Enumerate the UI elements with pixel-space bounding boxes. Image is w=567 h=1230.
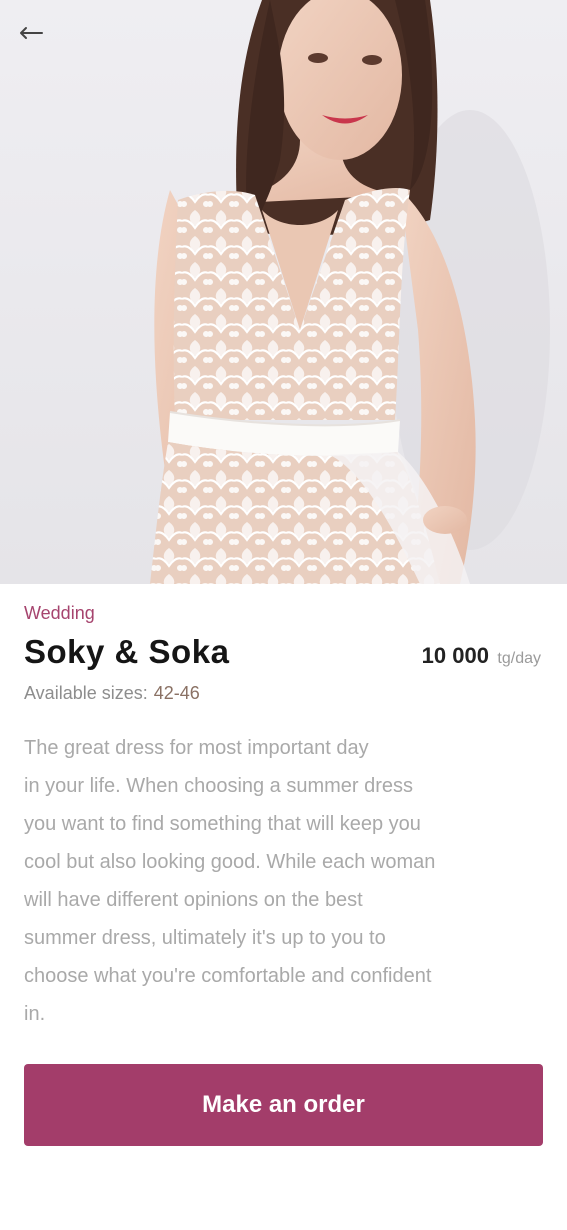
arrow-left-icon [20,27,43,39]
product-detail-screen: Wedding Soky & Soka 10 000 tg/day Availa… [0,0,567,1230]
sizes-value: 42-46 [153,683,200,703]
product-image [0,0,567,584]
product-title: Soky & Soka [24,633,230,670]
product-category: Wedding [24,603,95,623]
price-value: 10 000 [421,643,489,668]
make-order-button[interactable]: Make an order [24,1064,543,1146]
product-description: The great dress for most important day i… [24,737,436,1025]
sizes-label: Available sizes: [24,683,148,703]
available-sizes: Available sizes: 42-46 [24,683,200,704]
price: 10 000 tg/day [422,643,541,669]
price-unit: tg/day [497,650,541,667]
dress-photo-illustration [0,0,567,584]
title-row: Soky & Soka 10 000 tg/day [24,633,543,677]
back-button[interactable] [18,26,58,54]
